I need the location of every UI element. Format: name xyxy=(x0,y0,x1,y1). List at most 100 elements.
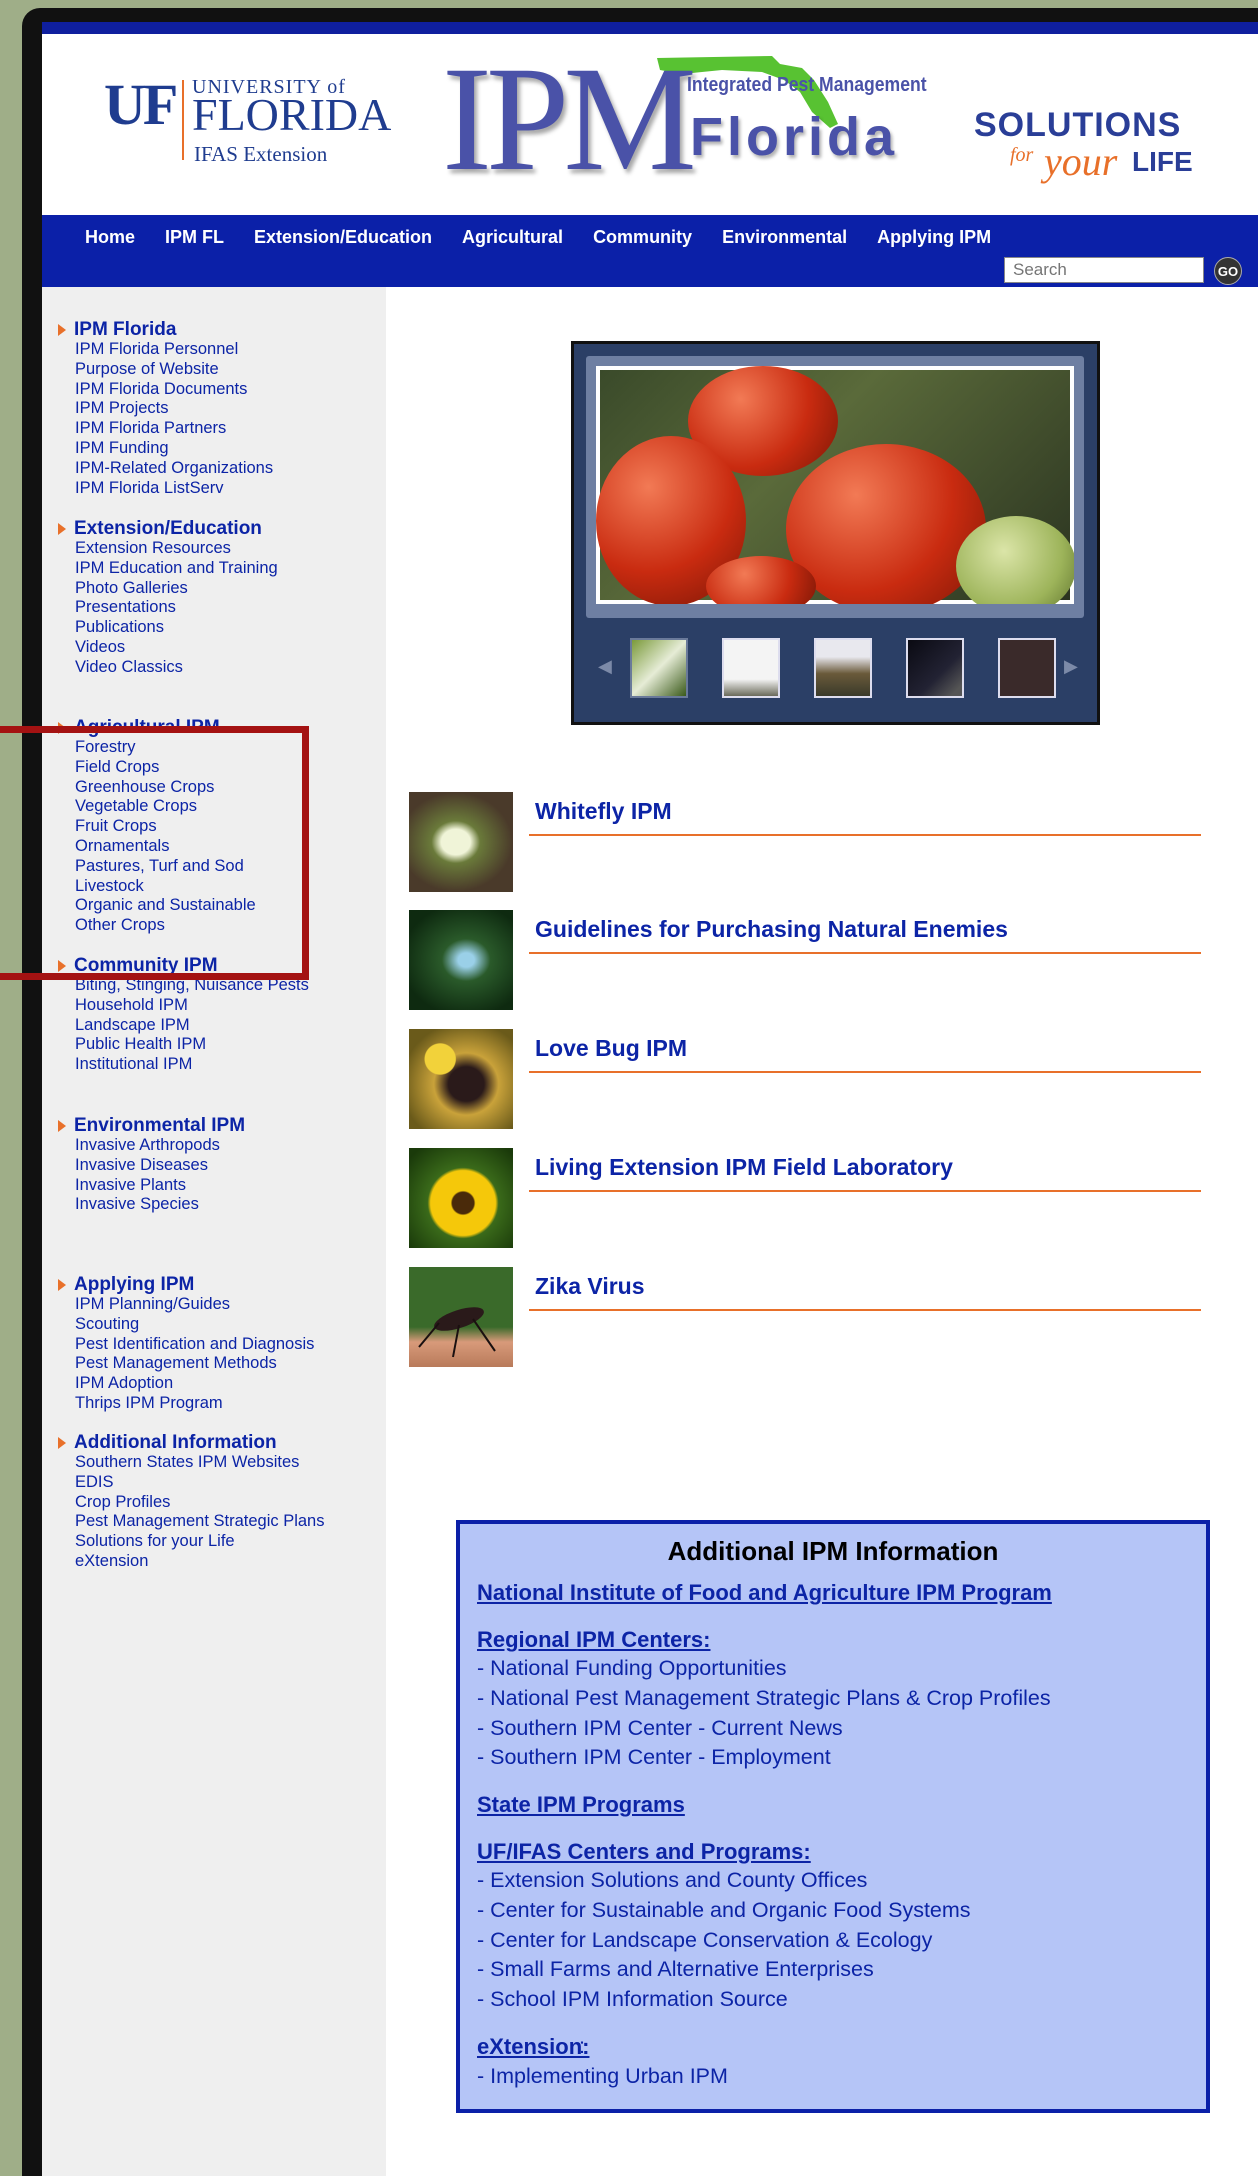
sidebar-link[interactable]: Presentations xyxy=(58,598,278,618)
search-input[interactable] xyxy=(1004,257,1204,283)
thumbnail-2[interactable] xyxy=(722,638,780,698)
slide-photo-tomatoes[interactable] xyxy=(596,366,1074,604)
sidebar-link[interactable]: Invasive Arthropods xyxy=(58,1136,245,1156)
regional-ipm-centers-link[interactable]: Regional IPM Centers: xyxy=(477,1627,710,1653)
sidebar-link[interactable]: Institutional IPM xyxy=(58,1055,309,1075)
sidebar-section-title[interactable]: Applying IPM xyxy=(74,1275,194,1295)
sidebar-section-title[interactable]: Environmental IPM xyxy=(74,1116,245,1136)
sidebar-link[interactable]: Solutions for your Life xyxy=(58,1532,324,1552)
regional-item[interactable]: - Southern IPM Center - Current News xyxy=(477,1716,843,1741)
sidebar-link[interactable]: Thrips IPM Program xyxy=(58,1394,314,1414)
sidebar-link[interactable]: Videos xyxy=(58,638,278,658)
sidebar-section-title[interactable]: Extension/Education xyxy=(74,519,262,539)
sidebar-section-heading[interactable]: Extension/Education xyxy=(58,519,278,539)
sidebar-link[interactable]: Invasive Diseases xyxy=(58,1156,245,1176)
news-item-whitefly[interactable]: Whitefly IPM xyxy=(409,792,1239,892)
sidebar-link[interactable]: IPM Funding xyxy=(58,439,273,459)
state-ipm-programs-link[interactable]: State IPM Programs xyxy=(477,1792,685,1818)
natural-enemies-thumbnail[interactable] xyxy=(409,910,513,1010)
news-title[interactable]: Zika Virus xyxy=(535,1273,645,1300)
ufifas-item[interactable]: - School IPM Information Source xyxy=(477,1987,788,2012)
love-bug-thumbnail[interactable] xyxy=(409,1029,513,1129)
sidebar-section-title[interactable]: Agricultural IPM xyxy=(74,718,220,738)
sidebar-link[interactable]: IPM Education and Training xyxy=(58,559,278,579)
ipm-florida-logo[interactable]: IPM Integrated Pest Management Florida xyxy=(442,44,982,204)
sidebar-link[interactable]: Video Classics xyxy=(58,658,278,678)
nav-item-extension-education[interactable]: Extension/Education xyxy=(239,227,447,248)
sidebar-section-heading[interactable]: IPM Florida xyxy=(58,320,273,340)
sidebar-link[interactable]: Vegetable Crops xyxy=(58,797,256,817)
sidebar-link[interactable]: Livestock xyxy=(58,877,256,897)
news-item-natural-enemies[interactable]: Guidelines for Purchasing Natural Enemie… xyxy=(409,910,1239,1010)
nav-item-community[interactable]: Community xyxy=(578,227,707,248)
sidebar-link[interactable]: Pest Identification and Diagnosis xyxy=(58,1335,314,1355)
sidebar-link[interactable]: Greenhouse Crops xyxy=(58,778,256,798)
sidebar-section-heading[interactable]: Environmental IPM xyxy=(58,1116,245,1136)
sidebar-link[interactable]: Crop Profiles xyxy=(58,1493,324,1513)
sidebar-link[interactable]: Public Health IPM xyxy=(58,1035,309,1055)
regional-item[interactable]: - Southern IPM Center - Employment xyxy=(477,1745,831,1770)
ufifas-item[interactable]: - Extension Solutions and County Offices xyxy=(477,1868,867,1893)
thumbnail-1[interactable] xyxy=(630,638,688,698)
sidebar-link[interactable]: Biting, Stinging, Nuisance Pests xyxy=(58,976,309,996)
sidebar-link[interactable]: Photo Galleries xyxy=(58,579,278,599)
sidebar-link[interactable]: Pastures, Turf and Sod xyxy=(58,857,256,877)
sidebar-link[interactable]: eXtension xyxy=(58,1552,324,1572)
ufifas-item[interactable]: - Center for Landscape Conservation & Ec… xyxy=(477,1928,932,1953)
sidebar-link[interactable]: Organic and Sustainable xyxy=(58,896,256,916)
sidebar-section-heading[interactable]: Additional Information xyxy=(58,1433,324,1453)
news-item-love-bug[interactable]: Love Bug IPM xyxy=(409,1029,1239,1129)
sidebar-section-title[interactable]: Additional Information xyxy=(74,1433,277,1453)
sidebar-section-heading[interactable]: Applying IPM xyxy=(58,1275,314,1295)
sidebar-link[interactable]: IPM Adoption xyxy=(58,1374,314,1394)
sidebar-link[interactable]: Field Crops xyxy=(58,758,256,778)
sidebar-section-heading[interactable]: Agricultural IPM xyxy=(58,718,256,738)
thumbnail-5[interactable] xyxy=(998,638,1056,698)
news-item-field-laboratory[interactable]: Living Extension IPM Field Laboratory xyxy=(409,1148,1239,1248)
sidebar-section-title[interactable]: IPM Florida xyxy=(74,320,176,340)
sidebar-link[interactable]: Ornamentals xyxy=(58,837,256,857)
sidebar-link[interactable]: Pest Management Methods xyxy=(58,1354,314,1374)
sidebar-link[interactable]: Purpose of Website xyxy=(58,360,273,380)
regional-item[interactable]: - National Funding Opportunities xyxy=(477,1656,787,1681)
next-arrow-icon[interactable]: ▶ xyxy=(1064,656,1078,677)
solutions-for-your-life-logo[interactable]: SOLUTIONS for your LIFE xyxy=(974,106,1204,186)
sidebar-link[interactable]: Other Crops xyxy=(58,916,256,936)
extension-item[interactable]: - Implementing Urban IPM xyxy=(477,2064,728,2089)
sidebar-link[interactable]: Forestry xyxy=(58,738,256,758)
news-title[interactable]: Love Bug IPM xyxy=(535,1035,687,1062)
extension-link[interactable]: eXtension: xyxy=(477,2034,589,2060)
prev-arrow-icon[interactable]: ◀ xyxy=(598,656,612,677)
news-item-zika[interactable]: Zika Virus xyxy=(409,1267,1239,1367)
ufifas-item[interactable]: - Center for Sustainable and Organic Foo… xyxy=(477,1898,971,1923)
ufifas-item[interactable]: - Small Farms and Alternative Enterprise… xyxy=(477,1957,874,1982)
news-title[interactable]: Whitefly IPM xyxy=(535,798,672,825)
regional-item[interactable]: - National Pest Management Strategic Pla… xyxy=(477,1686,1051,1711)
sidebar-link[interactable]: IPM Florida Personnel xyxy=(58,340,273,360)
nav-item-home[interactable]: Home xyxy=(70,227,150,248)
whitefly-thumbnail[interactable] xyxy=(409,792,513,892)
nav-item-ipm-fl[interactable]: IPM FL xyxy=(150,227,239,248)
news-title[interactable]: Guidelines for Purchasing Natural Enemie… xyxy=(535,916,1008,943)
sidebar-section-heading[interactable]: Community IPM xyxy=(58,956,309,976)
sidebar-link[interactable]: IPM Projects xyxy=(58,399,273,419)
nav-item-agricultural[interactable]: Agricultural xyxy=(447,227,578,248)
sidebar-link[interactable]: IPM Florida ListServ xyxy=(58,479,273,499)
sunflower-thumbnail[interactable] xyxy=(409,1148,513,1248)
sidebar-link[interactable]: IPM Planning/Guides xyxy=(58,1295,314,1315)
nav-item-applying-ipm[interactable]: Applying IPM xyxy=(862,227,1006,248)
sidebar-link[interactable]: Landscape IPM xyxy=(58,1016,309,1036)
sidebar-link[interactable]: Fruit Crops xyxy=(58,817,256,837)
nifa-ipm-link[interactable]: National Institute of Food and Agricultu… xyxy=(477,1580,1052,1606)
search-go-button[interactable]: GO xyxy=(1214,257,1242,285)
sidebar-link[interactable]: Publications xyxy=(58,618,278,638)
sidebar-link[interactable]: Extension Resources xyxy=(58,539,278,559)
ufifas-centers-link[interactable]: UF/IFAS Centers and Programs: xyxy=(477,1839,811,1865)
news-title[interactable]: Living Extension IPM Field Laboratory xyxy=(535,1154,953,1181)
thumbnail-3[interactable] xyxy=(814,638,872,698)
sidebar-link[interactable]: IPM-Related Organizations xyxy=(58,459,273,479)
sidebar-link[interactable]: Invasive Species xyxy=(58,1195,245,1215)
sidebar-link[interactable]: Pest Management Strategic Plans xyxy=(58,1512,324,1532)
sidebar-section-title[interactable]: Community IPM xyxy=(74,956,218,976)
sidebar-link[interactable]: IPM Florida Documents xyxy=(58,380,273,400)
